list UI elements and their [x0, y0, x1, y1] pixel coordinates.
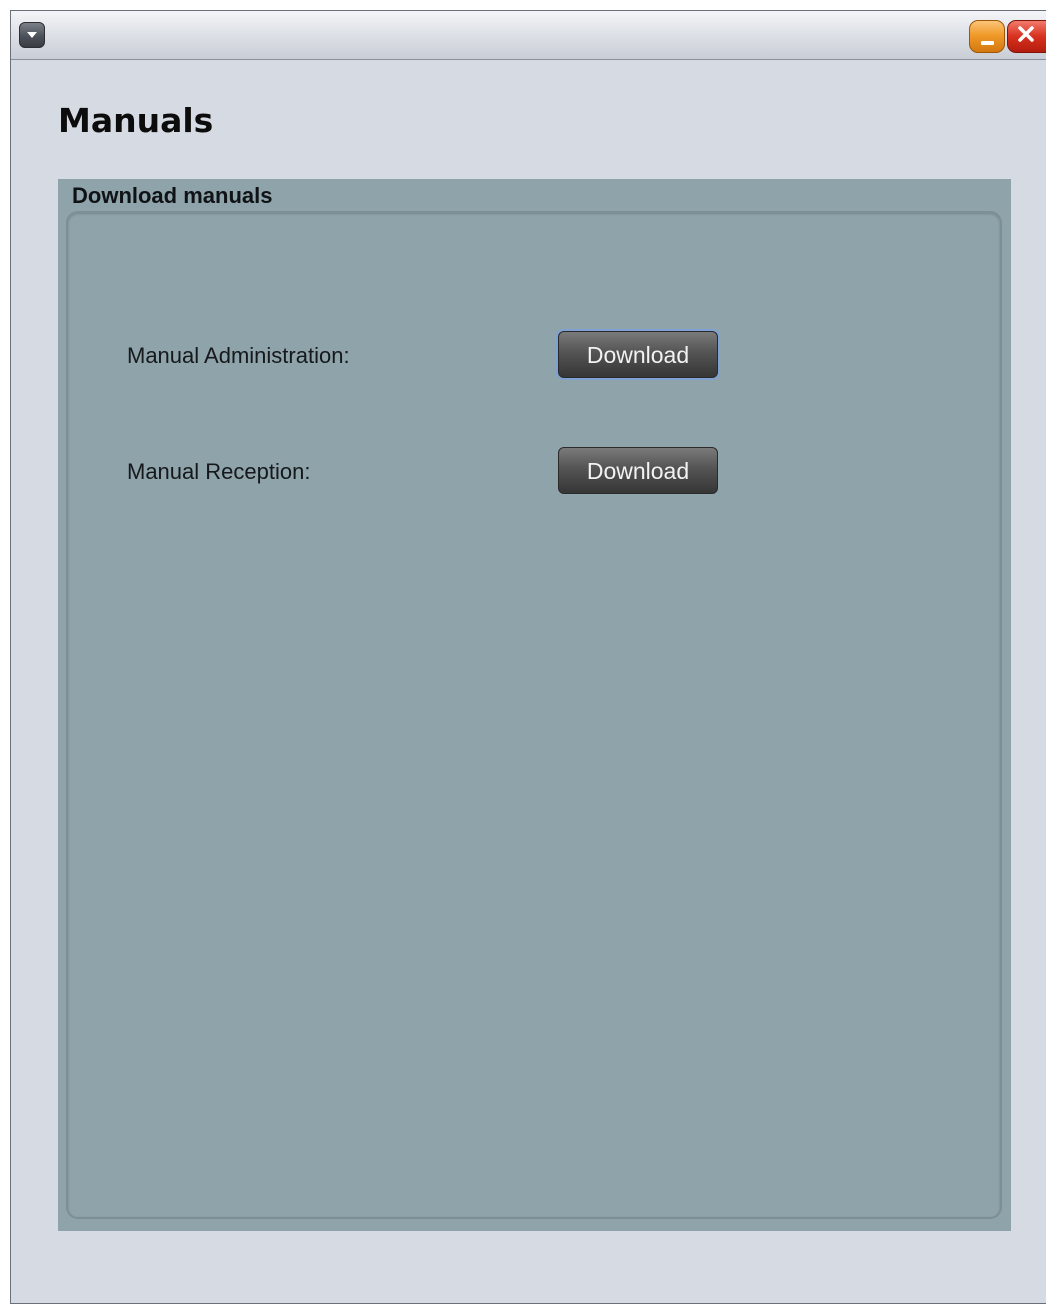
close-button[interactable] [1007, 20, 1046, 53]
download-administration-button[interactable]: Download [558, 331, 718, 378]
download-manuals-group: Download manuals Manual Administration: … [58, 179, 1011, 1231]
group-title: Download manuals [72, 183, 273, 208]
minimize-icon [981, 41, 994, 45]
page-title: Manuals [58, 101, 214, 140]
close-icon [1017, 25, 1035, 48]
window-menu-button[interactable] [19, 22, 45, 48]
download-reception-button[interactable]: Download [558, 447, 718, 494]
manual-administration-label: Manual Administration: [127, 343, 350, 368]
manual-reception-label: Manual Reception: [127, 459, 311, 484]
minimize-button[interactable] [969, 20, 1005, 53]
group-content-panel: Manual Administration: Download Manual R… [66, 211, 1002, 1219]
chevron-down-icon [25, 30, 39, 40]
title-bar[interactable] [11, 11, 1046, 60]
manuals-window: Manuals Download manuals Manual Administ… [10, 10, 1046, 1304]
